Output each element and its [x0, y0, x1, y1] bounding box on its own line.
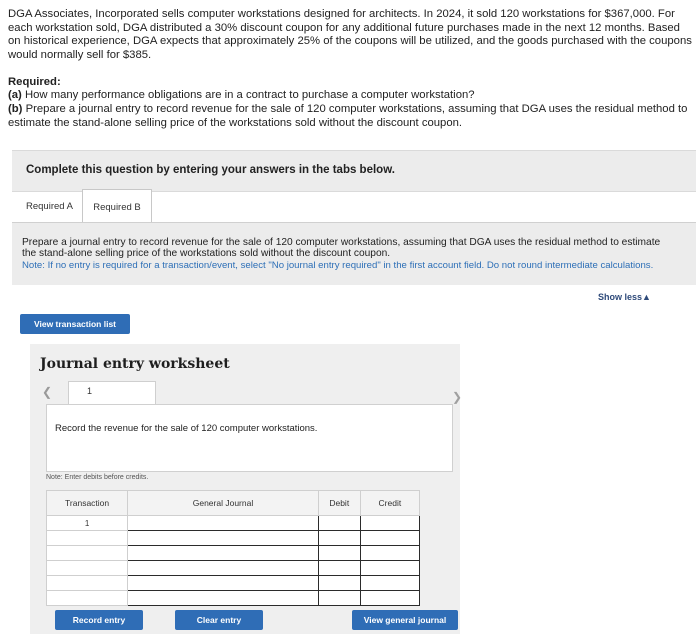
- problem-statement: DGA Associates, Incorporated sells compu…: [8, 8, 692, 61]
- transaction-cell: [45, 560, 129, 576]
- show-less-link[interactable]: Show less▲: [598, 292, 651, 302]
- required-b-question: Prepare a journal entry to record revenu…: [8, 103, 688, 129]
- debit-cell[interactable]: [317, 560, 361, 576]
- credit-cell[interactable]: [359, 560, 421, 576]
- debit-cell[interactable]: [317, 530, 361, 546]
- instructions-panel: Prepare a journal entry to record revenu…: [12, 222, 696, 285]
- column-general-journal: General Journal: [127, 490, 319, 516]
- chevron-right-icon[interactable]: ❯: [452, 390, 462, 404]
- transaction-cell: [45, 530, 129, 546]
- transaction-cell: [45, 575, 129, 591]
- worksheet-title: Journal entry worksheet: [40, 356, 230, 372]
- column-debit: Debit: [317, 490, 361, 516]
- credit-cell[interactable]: [359, 575, 421, 591]
- worksheet-note: Note: Enter debits before credits.: [46, 474, 149, 481]
- required-a-question: How many performance obligations are in …: [21, 89, 475, 101]
- credit-cell[interactable]: [359, 590, 421, 606]
- complete-question-bar: Complete this question by entering your …: [12, 150, 696, 192]
- transaction-number: 1: [45, 515, 129, 531]
- debit-cell[interactable]: [317, 515, 361, 531]
- required-title: Required:: [8, 76, 61, 88]
- table-row: 1: [45, 515, 421, 531]
- required-a-label: (a): [8, 89, 22, 101]
- journal-entry-table: Transaction General Journal Debit Credit…: [45, 490, 421, 606]
- journal-entry-rows: 1: [45, 515, 421, 606]
- account-cell[interactable]: [127, 545, 319, 561]
- account-cell[interactable]: [127, 590, 319, 606]
- chevron-left-icon[interactable]: ❮: [42, 385, 52, 399]
- record-entry-button[interactable]: Record entry: [55, 610, 143, 630]
- credit-cell[interactable]: [359, 530, 421, 546]
- debit-cell[interactable]: [317, 590, 361, 606]
- tab-required-b[interactable]: Required B: [82, 189, 152, 224]
- table-row: [45, 530, 421, 546]
- column-credit: Credit: [359, 490, 421, 516]
- clear-entry-button[interactable]: Clear entry: [175, 610, 263, 630]
- instructions-note: Note: If no entry is required for a tran…: [22, 260, 654, 271]
- account-cell[interactable]: [127, 575, 319, 591]
- page-number: 1: [87, 386, 93, 396]
- instructions-main: Prepare a journal entry to record revenu…: [22, 237, 661, 259]
- debit-cell[interactable]: [317, 575, 361, 591]
- view-general-journal-button[interactable]: View general journal: [352, 610, 458, 630]
- transaction-description: Record the revenue for the sale of 120 c…: [55, 423, 318, 434]
- table-row: [45, 575, 421, 591]
- view-transaction-list-button[interactable]: View transaction list: [20, 314, 130, 334]
- account-cell[interactable]: [127, 530, 319, 546]
- account-cell[interactable]: [127, 560, 319, 576]
- account-cell[interactable]: [127, 515, 319, 531]
- transaction-cell: [45, 545, 129, 561]
- complete-question-text: Complete this question by entering your …: [26, 164, 395, 176]
- table-row: [45, 590, 421, 606]
- required-b-text: (b) Prepare a journal entry to record re…: [8, 103, 692, 130]
- tab-required-a[interactable]: Required A: [18, 196, 86, 218]
- table-row: [45, 560, 421, 576]
- required-b-label: (b): [8, 103, 23, 115]
- debit-cell[interactable]: [317, 545, 361, 561]
- table-row: [45, 545, 421, 561]
- credit-cell[interactable]: [359, 515, 421, 531]
- credit-cell[interactable]: [359, 545, 421, 561]
- required-a-text: (a) How many performance obligations are…: [8, 89, 475, 101]
- transaction-description-box: Record the revenue for the sale of 120 c…: [46, 404, 453, 472]
- column-transaction: Transaction: [45, 490, 129, 516]
- transaction-cell: [45, 590, 129, 606]
